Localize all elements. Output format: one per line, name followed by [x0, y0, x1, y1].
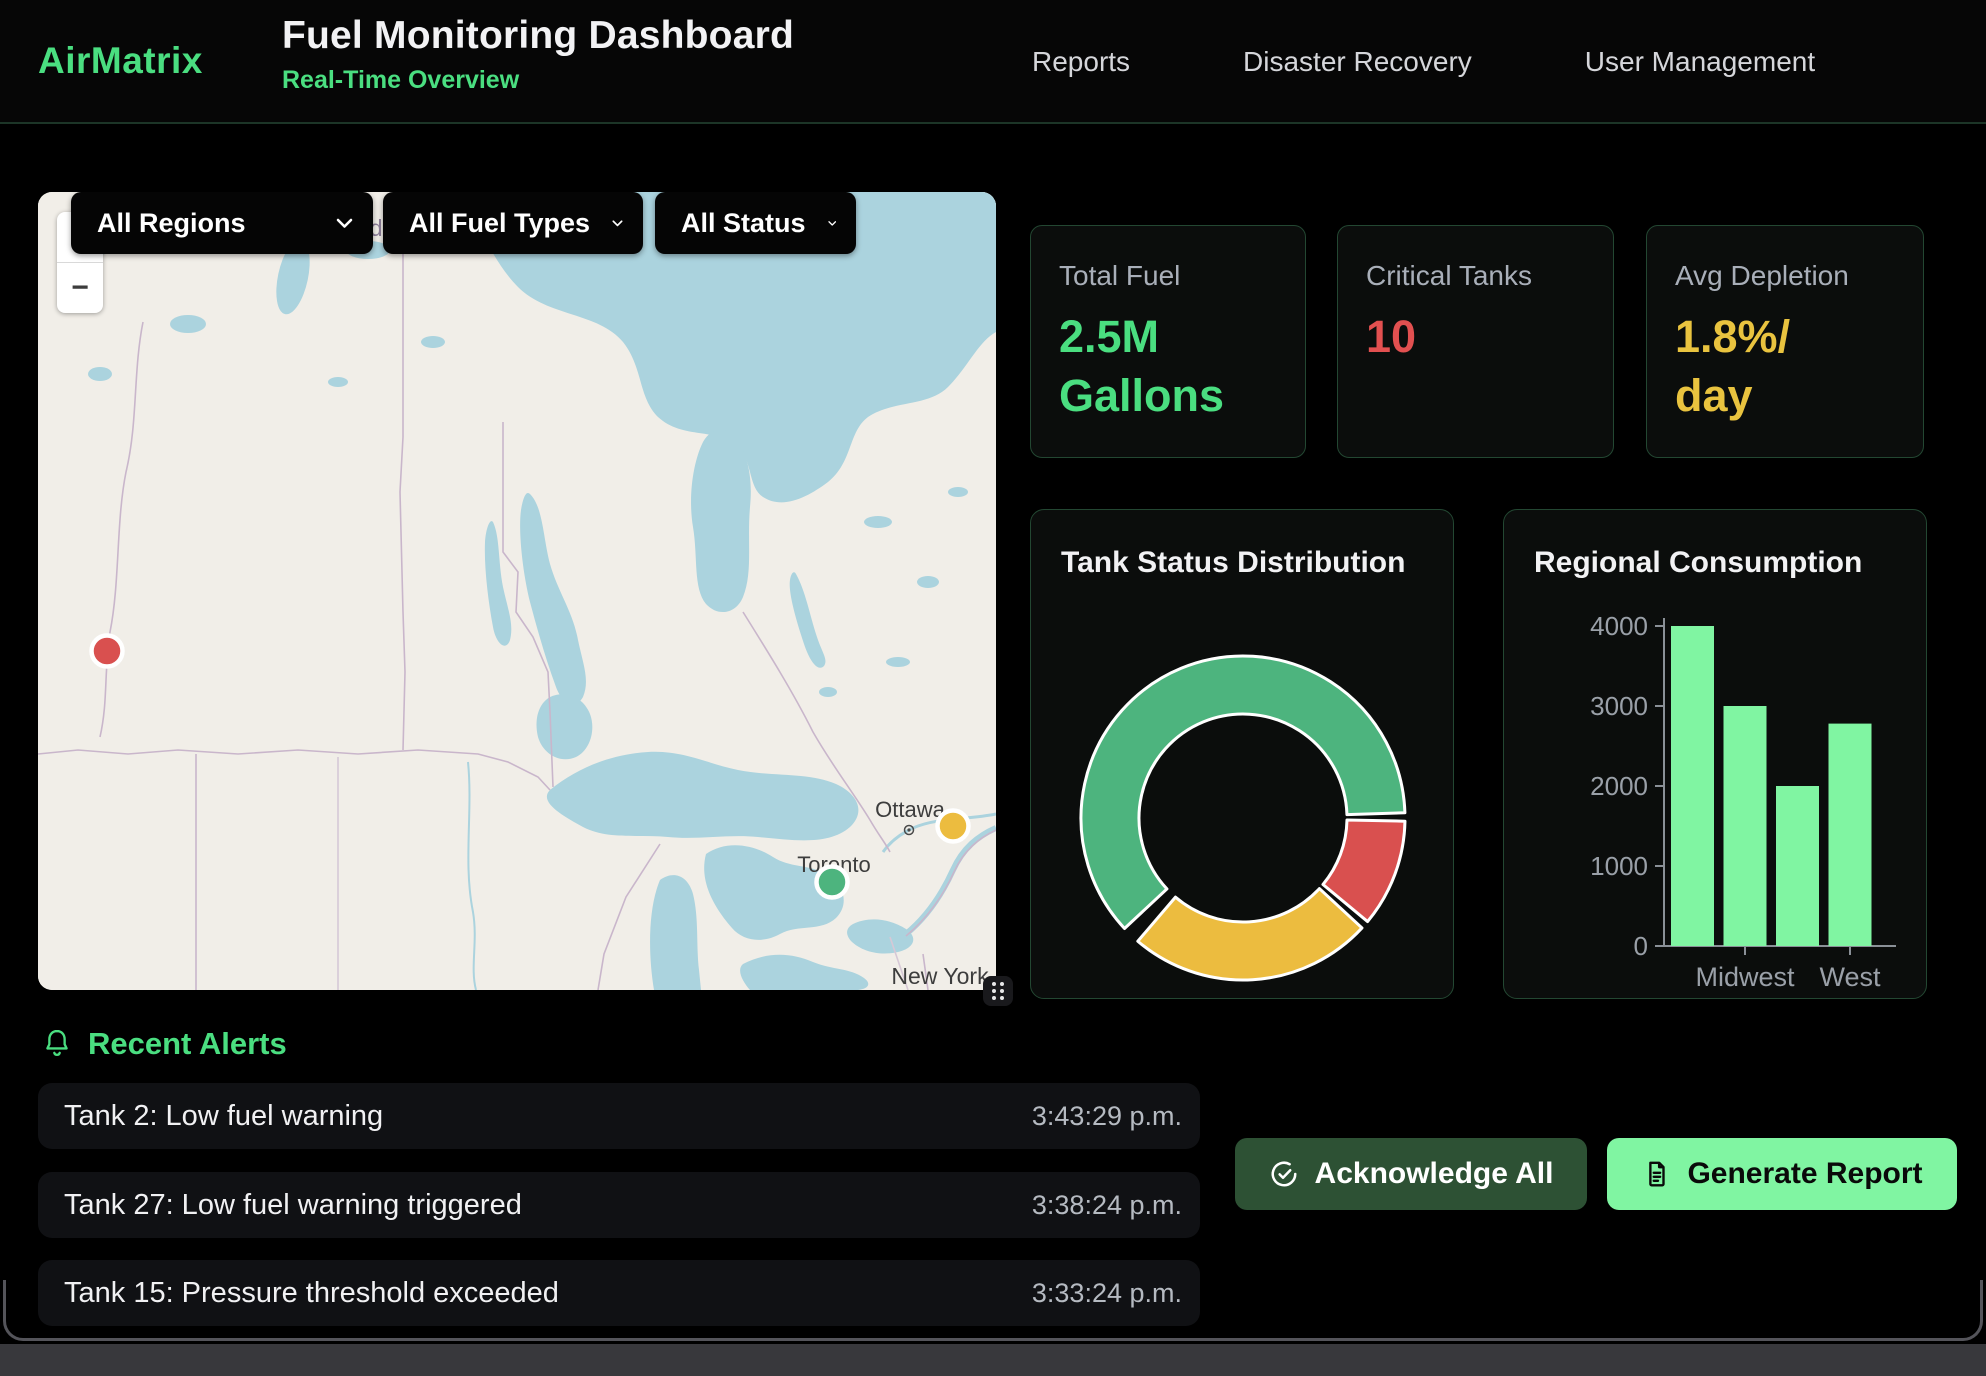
alert-timestamp: 3:38:24 p.m.	[1032, 1190, 1182, 1221]
svg-text:0: 0	[1634, 931, 1648, 961]
check-circle-icon	[1269, 1159, 1299, 1189]
alert-timestamp: 3:43:29 p.m.	[1032, 1101, 1182, 1132]
bar-region-3	[1776, 786, 1819, 946]
page-subtitle: Real-Time Overview	[282, 66, 794, 95]
donut-segment-warning	[1138, 889, 1362, 980]
map-label-new-york: New York	[891, 963, 989, 989]
generate-report-button[interactable]: Generate Report	[1607, 1138, 1957, 1210]
stat-label: Critical Tanks	[1366, 260, 1585, 292]
alert-row[interactable]: Tank 15: Pressure threshold exceeded 3:3…	[38, 1260, 1200, 1326]
desktop-strip	[0, 1344, 1986, 1376]
regional-consumption-card: Regional Consumption 0 1000 2000 3000 4000 Mi…	[1503, 509, 1927, 999]
alert-text: Tank 15: Pressure threshold exceeded	[64, 1277, 559, 1310]
header: AirMatrix Fuel Monitoring Dashboard Real…	[0, 0, 1986, 124]
alerts-title: Recent Alerts	[88, 1026, 287, 1062]
donut-chart-title: Tank Status Distribution	[1061, 546, 1405, 580]
filter-fuel-types-dropdown[interactable]: All Fuel Types	[383, 192, 643, 254]
map-resize-handle-icon[interactable]	[983, 976, 1013, 1006]
tank-marker-ottawa[interactable]	[938, 811, 969, 842]
bell-icon	[42, 1028, 72, 1060]
stat-label: Avg Depletion	[1675, 260, 1895, 292]
map-canvas: Canada Ottawa Toronto New York	[38, 192, 996, 990]
tank-status-donut-chart	[1031, 510, 1454, 999]
regional-consumption-bar-chart: 0 1000 2000 3000 4000 Midwest West	[1504, 510, 1927, 999]
alert-timestamp: 3:33:24 p.m.	[1032, 1278, 1182, 1309]
map-water-james-bay	[691, 430, 751, 612]
svg-text:3000: 3000	[1590, 691, 1648, 721]
bar-x-label: West	[1819, 962, 1881, 992]
alert-row[interactable]: Tank 27: Low fuel warning triggered 3:38…	[38, 1172, 1200, 1238]
alerts-header: Recent Alerts	[42, 1026, 287, 1062]
bar-region-1	[1671, 626, 1714, 946]
brand-logo[interactable]: AirMatrix	[38, 40, 203, 82]
stat-label: Total Fuel	[1059, 260, 1277, 292]
alert-text: Tank 2: Low fuel warning	[64, 1100, 383, 1133]
zoom-out-button[interactable]: −	[57, 263, 103, 313]
map-label-ottawa: Ottawa	[875, 797, 945, 822]
tank-status-distribution-card: Tank Status Distribution	[1030, 509, 1454, 999]
bar-chart-title: Regional Consumption	[1534, 546, 1862, 580]
bar-x-label: Midwest	[1695, 962, 1795, 992]
filter-status-label: All Status	[681, 208, 806, 239]
page-title: Fuel Monitoring Dashboard	[282, 14, 794, 58]
stat-card-critical-tanks: Critical Tanks 10	[1337, 225, 1614, 458]
alert-row[interactable]: Tank 2: Low fuel warning 3:43:29 p.m.	[38, 1083, 1200, 1149]
chevron-down-icon	[336, 218, 353, 229]
chevron-down-icon	[828, 218, 836, 229]
bar-Midwest	[1724, 706, 1767, 946]
svg-text:1000: 1000	[1590, 851, 1648, 881]
chevron-down-icon	[612, 218, 623, 229]
title-block: Fuel Monitoring Dashboard Real-Time Over…	[282, 14, 794, 95]
fuel-monitoring-dashboard: AirMatrix Fuel Monitoring Dashboard Real…	[0, 0, 1986, 1376]
svg-text:2000: 2000	[1590, 771, 1648, 801]
stat-value: 10	[1366, 308, 1585, 367]
tank-marker-toronto[interactable]	[817, 867, 848, 898]
nav-item-user-management[interactable]: User Management	[1585, 46, 1815, 78]
acknowledge-all-label: Acknowledge All	[1315, 1157, 1554, 1191]
stat-value: 2.5M Gallons	[1059, 308, 1269, 425]
stat-card-total-fuel: Total Fuel 2.5M Gallons	[1030, 225, 1306, 458]
bar-West	[1829, 724, 1872, 946]
stat-value: 1.8%/day	[1675, 308, 1811, 425]
tank-marker-west[interactable]	[92, 636, 123, 667]
main-nav: Reports Disaster Recovery User Managemen…	[1032, 0, 1815, 124]
svg-text:4000: 4000	[1590, 611, 1648, 641]
acknowledge-all-button[interactable]: Acknowledge All	[1235, 1138, 1587, 1210]
document-icon	[1641, 1159, 1671, 1189]
generate-report-label: Generate Report	[1687, 1157, 1922, 1191]
nav-item-reports[interactable]: Reports	[1032, 46, 1130, 78]
filter-regions-label: All Regions	[97, 208, 246, 239]
alert-text: Tank 27: Low fuel warning triggered	[64, 1189, 522, 1222]
filter-fuel-types-label: All Fuel Types	[409, 208, 590, 239]
stat-card-avg-depletion: Avg Depletion 1.8%/day	[1646, 225, 1924, 458]
filter-regions-dropdown[interactable]: All Regions	[71, 192, 373, 254]
filter-status-dropdown[interactable]: All Status	[655, 192, 856, 254]
nav-item-disaster-recovery[interactable]: Disaster Recovery	[1243, 46, 1472, 78]
tank-map[interactable]: Canada Ottawa Toronto New York + − All R…	[38, 192, 996, 990]
